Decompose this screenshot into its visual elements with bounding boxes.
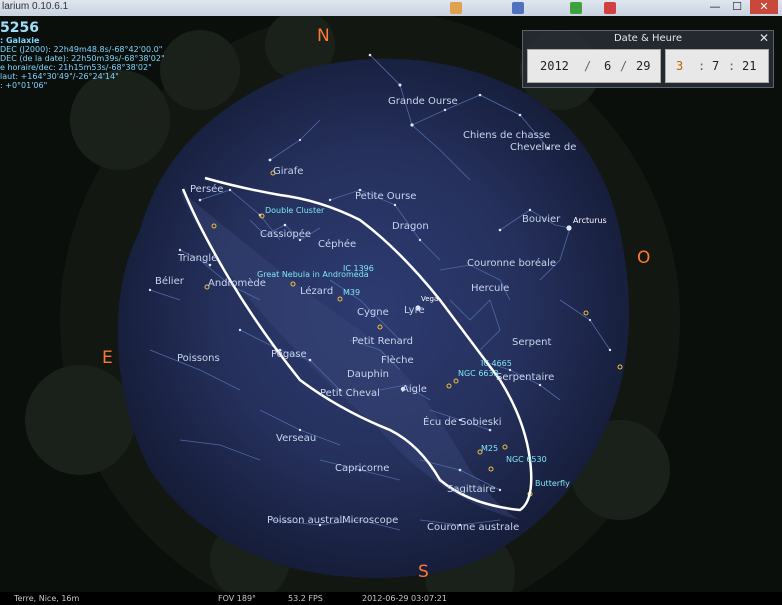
fov-status: FOV 189° bbox=[218, 594, 257, 603]
month-spinner[interactable]: 6 bbox=[604, 59, 611, 73]
dso-label: Great Nebula in Andromeda bbox=[257, 270, 369, 279]
object-info-line: : +0°01'06" bbox=[0, 81, 48, 90]
date-separator: / bbox=[620, 59, 628, 73]
year-spinner[interactable]: 2012 bbox=[540, 59, 569, 73]
taskbar-app-icon[interactable] bbox=[570, 2, 582, 14]
dso-label: NGC 6530 bbox=[506, 455, 547, 464]
time-field: 3 : 7 : 21 bbox=[665, 49, 769, 83]
object-type: : Galaxie bbox=[0, 36, 40, 45]
time-separator: : bbox=[698, 59, 706, 73]
star-label-arcturus: Arcturus bbox=[573, 216, 607, 225]
object-info-line: e horaire/dec: 21h15m53s/-68°38'02" bbox=[0, 63, 152, 72]
time-separator: : bbox=[728, 59, 736, 73]
hour-spinner[interactable]: 3 bbox=[676, 59, 683, 73]
second-spinner[interactable]: 21 bbox=[742, 59, 756, 73]
minimize-button[interactable]: — bbox=[704, 0, 726, 14]
object-info-line: DEC (J2000): 22h49m48.8s/-68°42'00.0" bbox=[0, 45, 163, 54]
object-info-panel: 5256 : Galaxie DEC (J2000): 22h49m48.8s/… bbox=[0, 20, 165, 90]
dso-label: M25 bbox=[481, 444, 499, 453]
date-time-dialog: Date & Heure ✕ 2012 / 6 / 29 3 : 7 : 21 bbox=[522, 30, 774, 88]
dialog-close-icon[interactable]: ✕ bbox=[759, 31, 769, 45]
date-field: 2012 / 6 / 29 bbox=[527, 49, 661, 83]
dso-label: Double Cluster bbox=[265, 206, 325, 215]
dso-label: NGC 6633 bbox=[458, 369, 499, 378]
sky-view[interactable]: N S E O Grande Ourse Chiens de chasse Ch… bbox=[0, 16, 782, 592]
taskbar-app-icon[interactable] bbox=[604, 2, 616, 14]
dso-label: M39 bbox=[343, 288, 361, 297]
location-status: Terre, Nice, 16m bbox=[14, 594, 80, 603]
object-info-line: laut: +164°30'49"/-26°24'14" bbox=[0, 72, 119, 81]
fps-status: 53.2 FPS bbox=[288, 594, 323, 603]
status-bar: Terre, Nice, 16m FOV 189° 53.2 FPS 2012-… bbox=[0, 592, 782, 605]
minute-spinner[interactable]: 7 bbox=[712, 59, 719, 73]
taskbar-app-icon[interactable] bbox=[512, 2, 524, 14]
deep-sky-labels: Double Cluster IC 1396 Great Nebula in A… bbox=[0, 16, 782, 592]
close-button[interactable]: ✕ bbox=[750, 0, 778, 14]
dialog-title: Date & Heure bbox=[613, 33, 683, 44]
window-titlebar: larium 0.10.6.1 — ☐ ✕ bbox=[0, 0, 782, 17]
datetime-status: 2012-06-29 03:07:21 bbox=[362, 594, 447, 603]
date-separator: / bbox=[584, 59, 592, 73]
object-name: 5256 bbox=[0, 20, 39, 36]
dso-label: Butterfly bbox=[535, 479, 570, 488]
dso-label: IC 4665 bbox=[481, 359, 512, 368]
day-spinner[interactable]: 29 bbox=[636, 59, 650, 73]
maximize-button[interactable]: ☐ bbox=[726, 0, 748, 14]
window-title: larium 0.10.6.1 bbox=[2, 1, 69, 12]
taskbar-app-icon[interactable] bbox=[450, 2, 462, 14]
object-info-line: DEC (de la date): 22h50m39s/-68°38'02" bbox=[0, 54, 165, 63]
star-label-vega: Vega bbox=[421, 295, 439, 303]
